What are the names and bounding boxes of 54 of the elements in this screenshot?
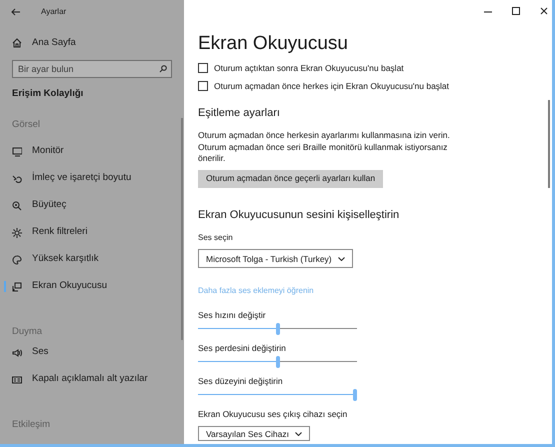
screen-reader-icon: [12, 282, 22, 292]
slider[interactable]: [198, 354, 357, 368]
field-label: Ses seçin: [198, 232, 234, 242]
section-heading: Ekran Okuyucusunun sesini kişiselleştirin: [198, 208, 400, 222]
checkbox-label: Oturum açmadan önce herkes için Ekran Okuyucusu'nu başlat: [214, 80, 450, 92]
chevron-icon: [338, 256, 345, 261]
section-heading: Eşitleme ayarları: [198, 106, 281, 121]
checkbox[interactable]: [198, 81, 208, 91]
cursor-icon: [12, 174, 22, 184]
checkbox-label: Oturum açtıktan sonra Ekran Okuyucusu'nu başlat: [214, 62, 404, 74]
category-title: Erişim Kolaylığı: [11, 87, 84, 101]
sidebar-item[interactable]: Monitör: [0, 138, 184, 165]
sidebar-item[interactable]: Kapalı açıklamalı alt yazılar: [0, 366, 184, 393]
sun-icon: [12, 228, 22, 238]
slider-label: Ses düzeyini değiştirin: [198, 374, 284, 386]
maximize-icon[interactable]: [512, 7, 520, 15]
section-heading: Duyma: [11, 324, 44, 339]
slider-thumb[interactable]: [353, 388, 357, 400]
speaker-icon: [12, 348, 22, 358]
sidebar-item[interactable]: Yüksek karşıtlık: [0, 246, 184, 273]
voice-dropdown[interactable]: Microsoft Tolga - Turkish (Turkey): [198, 249, 353, 268]
window-title: Ayarlar: [41, 6, 66, 18]
sidebar-item[interactable]: Büyüteç: [0, 192, 184, 219]
back-icon[interactable]: [11, 8, 21, 16]
chevron-icon: [295, 432, 302, 436]
device-dropdown[interactable]: Varsayılan Ses Cihazı: [198, 426, 310, 442]
apply-settings-button[interactable]: Oturum açmadan önce geçerli ayarları kullan: [198, 170, 384, 188]
captions-icon: [12, 374, 22, 384]
checkbox[interactable]: [198, 63, 208, 73]
slider[interactable]: [198, 322, 357, 336]
slider-label: Ses hızını değiştir: [198, 308, 267, 320]
page-title: Ekran Okuyucusu: [198, 32, 349, 56]
sidebar-item[interactable]: Ekran Okuyucusu: [0, 273, 184, 300]
magnifier-icon: [12, 200, 22, 210]
description: Oturum açmadan önce herkesin ayarlarımı kullanmasına izin verin. Oturum açmadan önce seri Braille monitörü kullanmak istiyorsanız önerilir.: [198, 130, 451, 164]
slider-thumb[interactable]: [276, 356, 280, 368]
slider-label: Ses perdesini değiştirin: [198, 342, 287, 352]
section-heading: Etkileşim: [11, 418, 52, 432]
section-heading: Görsel: [11, 118, 41, 132]
slider[interactable]: [198, 388, 357, 402]
monitor-icon: [12, 146, 22, 156]
sidebar-item[interactable]: Ses: [0, 339, 184, 366]
home-icon: [12, 38, 22, 48]
search-icon: [159, 65, 167, 73]
slider-thumb[interactable]: [276, 322, 280, 334]
sidebar-item[interactable]: Renk filtreleri: [0, 219, 184, 246]
search-field[interactable]: Bir ayar bulun: [12, 60, 172, 78]
close-icon[interactable]: [540, 7, 548, 15]
home-link[interactable]: Ana Sayfa: [0, 35, 184, 51]
palette-icon: [12, 254, 22, 264]
sidebar-item[interactable]: İmleç ve işaretçi boyutu: [0, 165, 184, 192]
scrollbar[interactable]: [181, 118, 183, 340]
field-label: Ekran Okuyucusu ses çıkış cihazı seçin: [198, 408, 348, 418]
scrollbar[interactable]: [548, 100, 550, 188]
